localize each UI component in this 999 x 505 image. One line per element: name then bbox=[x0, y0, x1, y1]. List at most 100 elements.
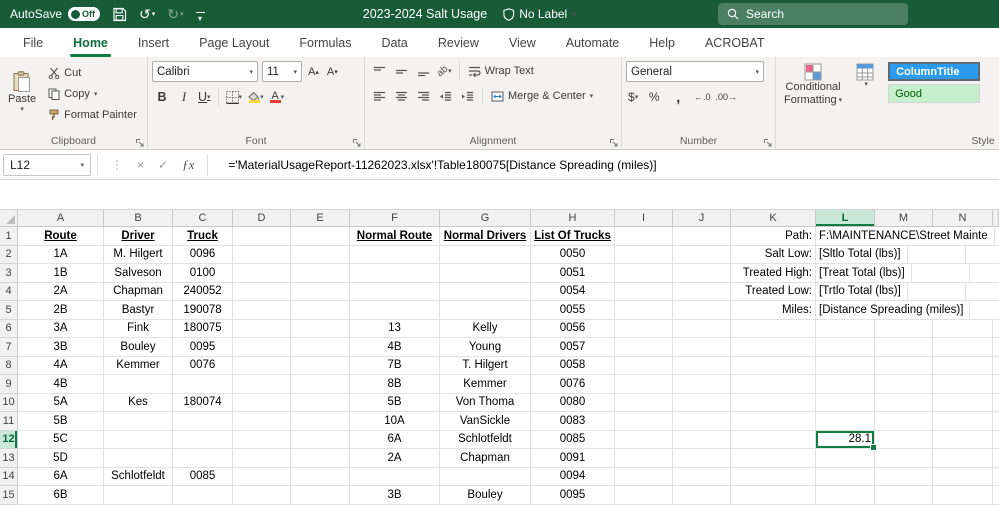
cell-C12[interactable] bbox=[173, 430, 233, 449]
cell-J13[interactable] bbox=[673, 449, 731, 468]
cell-F1[interactable]: Normal Route bbox=[350, 227, 440, 246]
tab-home[interactable]: Home bbox=[58, 28, 123, 57]
cell-E9[interactable] bbox=[291, 375, 350, 394]
cell-I14[interactable] bbox=[615, 467, 673, 486]
row-header-8[interactable]: 8 bbox=[0, 356, 18, 375]
tab-view[interactable]: View bbox=[494, 28, 551, 57]
cell-B12[interactable] bbox=[104, 430, 173, 449]
cell-M10[interactable] bbox=[875, 393, 933, 412]
cell-E3[interactable] bbox=[291, 264, 350, 283]
cut-button[interactable]: Cut bbox=[45, 63, 140, 83]
clipboard-dialog-launcher[interactable] bbox=[136, 139, 144, 147]
cell-C11[interactable] bbox=[173, 412, 233, 431]
cell-H6[interactable]: 0056 bbox=[531, 319, 615, 338]
select-all-button[interactable] bbox=[0, 209, 18, 227]
row-header-11[interactable]: 11 bbox=[0, 412, 18, 431]
cell-E14[interactable] bbox=[291, 467, 350, 486]
cell-H3[interactable]: 0051 bbox=[531, 264, 615, 283]
column-header-N[interactable]: N bbox=[933, 209, 993, 227]
number-format-combo[interactable]: General ▾ bbox=[626, 61, 764, 82]
cell-I12[interactable] bbox=[615, 430, 673, 449]
cell-B2[interactable]: M. Hilgert bbox=[104, 245, 173, 264]
cell-K9[interactable] bbox=[731, 375, 816, 394]
customize-quick-access-button[interactable]: ▾ bbox=[195, 8, 205, 22]
tab-review[interactable]: Review bbox=[423, 28, 494, 57]
cell-L8[interactable] bbox=[816, 356, 875, 375]
column-header-G[interactable]: G bbox=[440, 209, 531, 227]
column-header-K[interactable]: K bbox=[731, 209, 816, 227]
cell-D4[interactable] bbox=[233, 282, 291, 301]
cell-L4[interactable]: [Trtlo Total (lbs)] bbox=[816, 282, 908, 301]
cell-I9[interactable] bbox=[615, 375, 673, 394]
column-header-H[interactable]: H bbox=[531, 209, 615, 227]
cell-D6[interactable] bbox=[233, 319, 291, 338]
column-header-M[interactable]: M bbox=[875, 209, 933, 227]
autosave-toggle[interactable]: AutoSave Off bbox=[10, 7, 101, 21]
cell-N10[interactable] bbox=[933, 393, 993, 412]
cell-H12[interactable]: 0085 bbox=[531, 430, 615, 449]
cell-C15[interactable] bbox=[173, 486, 233, 505]
cell-K11[interactable] bbox=[731, 412, 816, 431]
cell-I10[interactable] bbox=[615, 393, 673, 412]
cell-L1[interactable]: F:\MAINTENANCE\Street Mainte bbox=[816, 227, 995, 246]
cell-B4[interactable]: Chapman bbox=[104, 282, 173, 301]
style-columntitle[interactable]: ColumnTitle bbox=[888, 62, 981, 81]
cell-C1[interactable]: Truck bbox=[173, 227, 233, 246]
cell-J6[interactable] bbox=[673, 319, 731, 338]
cell-M15[interactable] bbox=[875, 486, 933, 505]
cell-K2[interactable]: Salt Low: bbox=[731, 245, 816, 264]
cell-G12[interactable]: Schlotfeldt bbox=[440, 430, 531, 449]
cell-F13[interactable]: 2A bbox=[350, 449, 440, 468]
copy-button[interactable]: Copy ▾ bbox=[45, 84, 140, 104]
cell-E6[interactable] bbox=[291, 319, 350, 338]
row-header-2[interactable]: 2 bbox=[0, 245, 18, 264]
cell-G13[interactable]: Chapman bbox=[440, 449, 531, 468]
cell-C13[interactable] bbox=[173, 449, 233, 468]
cell-A14[interactable]: 6A bbox=[18, 467, 104, 486]
cell-G2[interactable] bbox=[440, 245, 531, 264]
cell-D15[interactable] bbox=[233, 486, 291, 505]
cell-A4[interactable]: 2A bbox=[18, 282, 104, 301]
cell-D7[interactable] bbox=[233, 338, 291, 357]
undo-button[interactable]: ↺ ▾ bbox=[139, 6, 155, 23]
column-header-E[interactable]: E bbox=[291, 209, 350, 227]
accounting-format-button[interactable]: $ ▾ bbox=[626, 87, 640, 107]
percent-style-button[interactable]: % bbox=[644, 87, 664, 107]
tab-formulas[interactable]: Formulas bbox=[284, 28, 366, 57]
cell-L9[interactable] bbox=[816, 375, 875, 394]
cell-F10[interactable]: 5B bbox=[350, 393, 440, 412]
column-header-J[interactable]: J bbox=[673, 209, 731, 227]
cell-L11[interactable] bbox=[816, 412, 875, 431]
tab-automate[interactable]: Automate bbox=[551, 28, 635, 57]
cell-H15[interactable]: 0095 bbox=[531, 486, 615, 505]
column-header-D[interactable]: D bbox=[233, 209, 291, 227]
cell-D10[interactable] bbox=[233, 393, 291, 412]
cell-H7[interactable]: 0057 bbox=[531, 338, 615, 357]
cell-N15[interactable] bbox=[933, 486, 993, 505]
row-header-14[interactable]: 14 bbox=[0, 467, 18, 486]
decrease-font-size-button[interactable]: A ▾ bbox=[325, 62, 340, 82]
cell-A1[interactable]: Route bbox=[18, 227, 104, 246]
cell-L3[interactable]: [Treat Total (lbs)] bbox=[816, 264, 912, 283]
cell-G4[interactable] bbox=[440, 282, 531, 301]
cell-J11[interactable] bbox=[673, 412, 731, 431]
cell-C6[interactable]: 180075 bbox=[173, 319, 233, 338]
cell-H9[interactable]: 0076 bbox=[531, 375, 615, 394]
enter-button[interactable]: ✓ bbox=[151, 158, 175, 172]
italic-button[interactable]: I bbox=[174, 87, 194, 107]
cell-D2[interactable] bbox=[233, 245, 291, 264]
cell-L5[interactable]: [Distance Spreading (miles)] bbox=[816, 301, 971, 320]
cell-J4[interactable] bbox=[673, 282, 731, 301]
cell-G15[interactable]: Bouley bbox=[440, 486, 531, 505]
cell-F5[interactable] bbox=[350, 301, 440, 320]
cell-D11[interactable] bbox=[233, 412, 291, 431]
decrease-indent-button[interactable] bbox=[435, 86, 455, 106]
cell-N4[interactable] bbox=[965, 283, 999, 301]
tab-acrobat[interactable]: ACROBAT bbox=[690, 28, 780, 57]
cell-D9[interactable] bbox=[233, 375, 291, 394]
cell-M14[interactable] bbox=[875, 467, 933, 486]
cell-H2[interactable]: 0050 bbox=[531, 245, 615, 264]
cell-N7[interactable] bbox=[933, 338, 993, 357]
row-header-1[interactable]: 1 bbox=[0, 227, 18, 246]
document-title[interactable]: 2023-2024 Salt Usage bbox=[363, 7, 487, 21]
